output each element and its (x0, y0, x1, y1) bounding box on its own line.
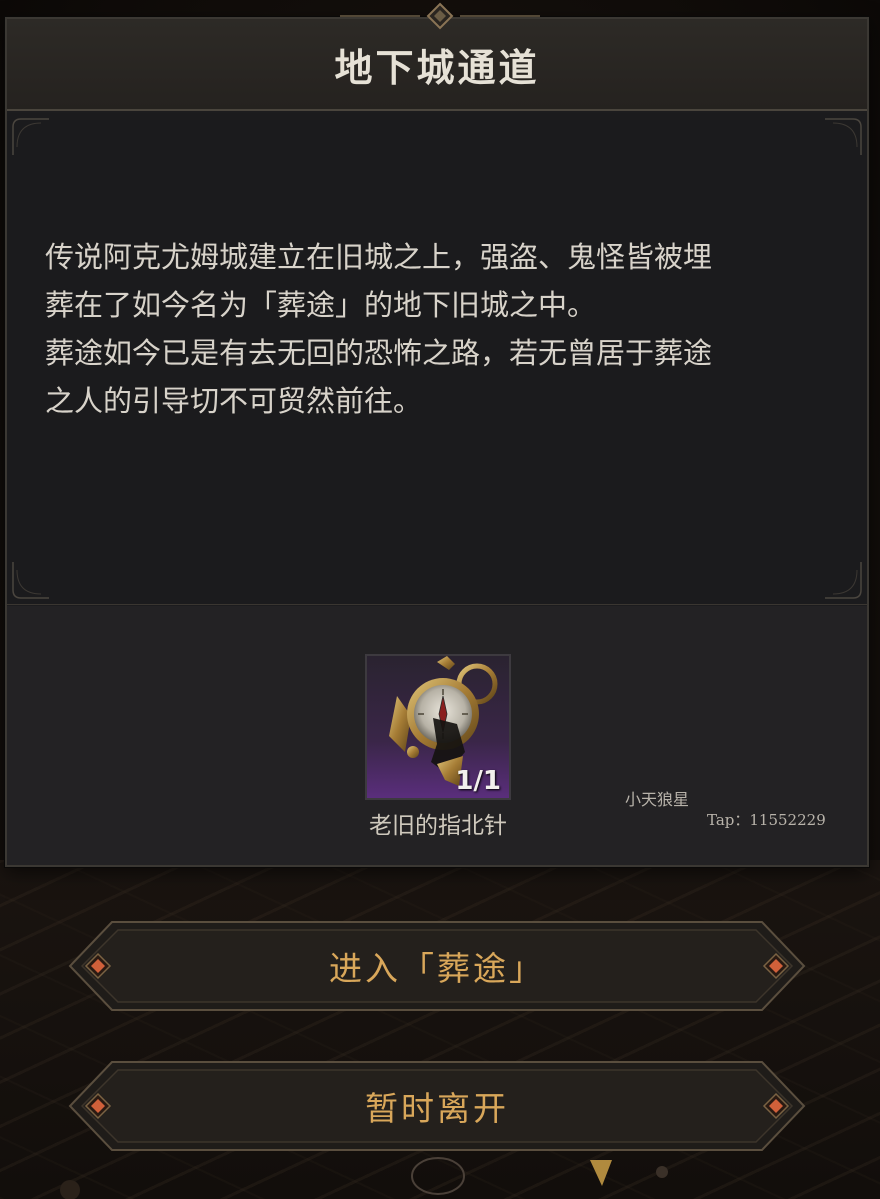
top-ornament-icon (340, 2, 540, 30)
item-count: 1/1 (455, 766, 501, 796)
corner-ornament-icon (12, 118, 49, 155)
watermark-name: 小天狼星 (625, 790, 690, 809)
item-name: 老旧的指北针 (369, 813, 507, 839)
dungeon-dialog: 地下城通道 传说阿克尤姆城建立在旧城之上，强盗、鬼怪皆被埋 葬在了如今名为「葬途… (5, 17, 869, 867)
corner-ornament-icon (825, 118, 862, 155)
dialog-title: 地下城通道 (334, 45, 540, 90)
leave-button-label: 暂时离开 (365, 1089, 509, 1128)
watermark-tap-id: Tap：11552229 (707, 811, 826, 829)
leave-button[interactable]: 暂时离开 (66, 1058, 808, 1154)
description-line: 之人的引导切不可贸然前往。 (45, 384, 423, 418)
required-item-area: 1/1 老旧的指北针 小天狼星 Tap：11552229 (7, 606, 867, 865)
description-line: 葬途如今已是有去无回的恐怖之路，若无曾居于葬途 (45, 336, 713, 370)
enter-dungeon-button[interactable]: 进入「葬途」 (66, 918, 808, 1014)
item-slot[interactable]: 1/1 (365, 654, 511, 800)
bottom-hud-decoration (60, 1157, 668, 1199)
corner-ornament-icon (825, 562, 862, 599)
corner-ornament-icon (12, 562, 49, 599)
title-bar: 地下城通道 (7, 19, 867, 111)
description-area: 传说阿克尤姆城建立在旧城之上，强盗、鬼怪皆被埋 葬在了如今名为「葬途」的地下旧城… (7, 113, 867, 605)
dungeon-description: 传说阿克尤姆城建立在旧城之上，强盗、鬼怪皆被埋 葬在了如今名为「葬途」的地下旧城… (45, 233, 845, 425)
enter-button-label: 进入「葬途」 (329, 949, 545, 988)
description-line: 传说阿克尤姆城建立在旧城之上，强盗、鬼怪皆被埋 (45, 240, 713, 274)
description-line: 葬在了如今名为「葬途」的地下旧城之中。 (45, 288, 597, 322)
